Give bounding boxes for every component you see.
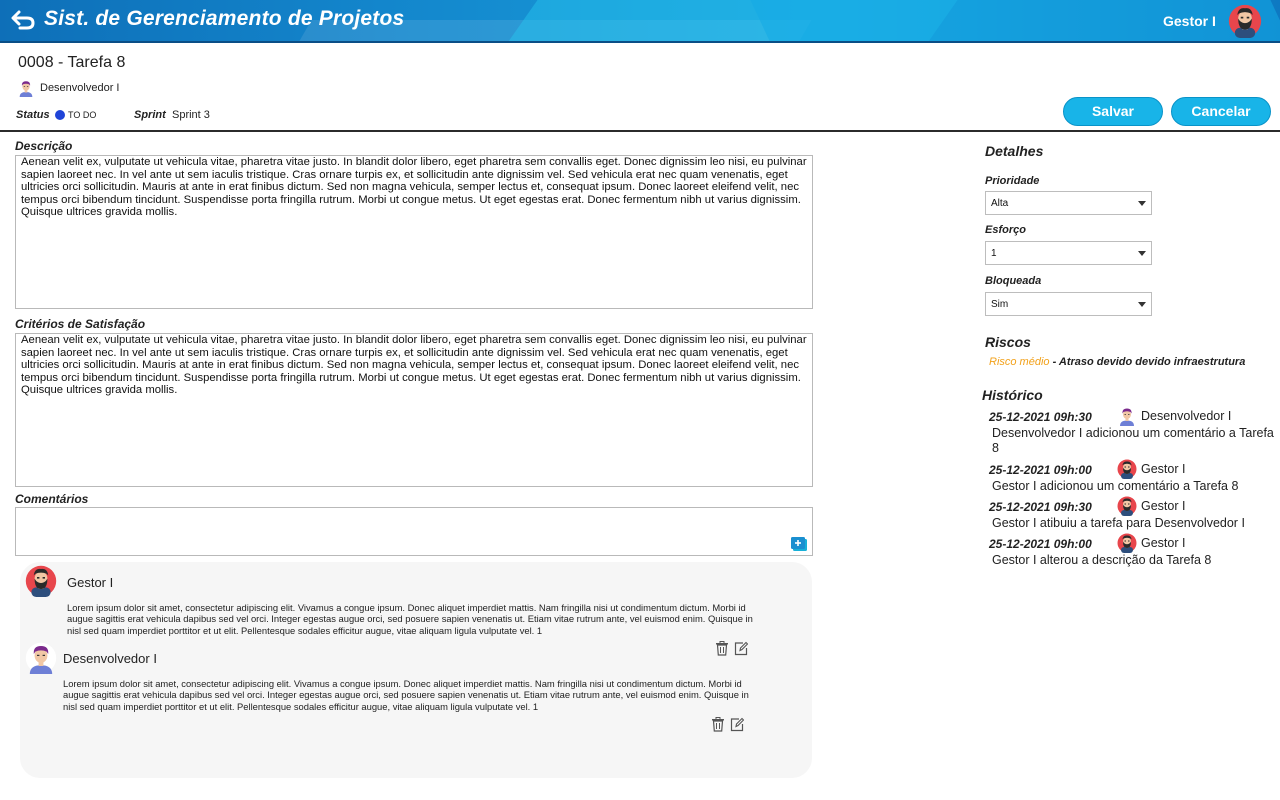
history-date: 25-12-2021 09h:00	[989, 463, 1092, 477]
history-date: 25-12-2021 09h:30	[989, 500, 1092, 514]
header-underline	[0, 41, 1280, 43]
effort-value: 1	[991, 248, 997, 259]
description-textarea[interactable]: Aenean velit ex, vulputate ut vehicula v…	[15, 155, 813, 309]
comment-text: Lorem ipsum dolor sit amet, consectetur …	[67, 602, 753, 636]
current-user-name[interactable]: Gestor I	[1163, 13, 1216, 29]
history-title: Histórico	[982, 387, 1043, 403]
history-user: Gestor I	[1141, 499, 1186, 513]
chevron-down-icon	[1138, 251, 1146, 256]
task-title: 0008 - Tarefa 8	[18, 54, 126, 71]
status-dot-icon	[55, 110, 65, 120]
blocked-value: Sim	[991, 299, 1009, 310]
delete-comment-icon[interactable]	[711, 717, 725, 732]
comments-label: Comentários	[15, 492, 89, 506]
details-title: Detalhes	[985, 143, 1044, 159]
comment-input[interactable]	[15, 507, 813, 556]
priority-label: Prioridade	[985, 175, 1040, 187]
history-user-avatar-icon	[1117, 406, 1137, 426]
description-label: Descrição	[15, 139, 73, 153]
effort-select[interactable]: 1	[985, 241, 1152, 265]
history-action: Gestor I atibuiu a tarefa para Desenvolv…	[992, 516, 1245, 530]
history-user-avatar-icon	[1117, 459, 1137, 479]
history-date: 25-12-2021 09h:30	[989, 410, 1092, 424]
history-user: Desenvolvedor I	[1141, 409, 1232, 423]
criteria-textarea[interactable]: Aenean velit ex, vulputate ut vehicula v…	[15, 333, 813, 487]
history-action: Desenvolvedor I adicionou um comentário …	[992, 426, 1274, 455]
history-user-avatar-icon	[1117, 496, 1137, 516]
history-date: 25-12-2021 09h:00	[989, 537, 1092, 551]
edit-comment-icon[interactable]	[730, 717, 744, 732]
criteria-label: Critérios de Satisfação	[15, 317, 146, 331]
status-value[interactable]: TO DO	[68, 110, 96, 120]
header-divider	[0, 130, 1280, 132]
priority-select[interactable]: Alta	[985, 191, 1152, 215]
history-action: Gestor I alterou a descrição da Tarefa 8	[992, 553, 1212, 567]
sprint-value[interactable]: Sprint 3	[172, 109, 210, 121]
comment-author-avatar-icon	[25, 565, 57, 597]
cancel-button[interactable]: Cancelar	[1171, 97, 1271, 126]
risk-level: Risco médio	[989, 356, 1050, 368]
risk-item: Risco médio - Atraso devido devido infra…	[989, 356, 1245, 368]
blocked-label: Bloqueada	[985, 275, 1042, 287]
add-comment-icon[interactable]	[790, 536, 808, 552]
risk-description: - Atraso devido devido infraestrutura	[1049, 356, 1246, 368]
save-button[interactable]: Salvar	[1063, 97, 1163, 126]
history-user-avatar-icon	[1117, 533, 1137, 553]
history-user: Gestor I	[1141, 536, 1186, 550]
delete-comment-icon[interactable]	[715, 641, 729, 656]
app-title: Sist. de Gerenciamento de Projetos	[44, 7, 405, 30]
comment-author: Gestor I	[67, 575, 114, 590]
comment-text: Lorem ipsum dolor sit amet, consectetur …	[63, 678, 749, 712]
edit-comment-icon[interactable]	[734, 641, 748, 656]
comments-list	[20, 562, 812, 778]
status-label: Status	[16, 109, 50, 121]
sprint-label: Sprint	[134, 109, 166, 121]
blocked-select[interactable]: Sim	[985, 292, 1152, 316]
comment-author: Desenvolvedor I	[63, 651, 157, 666]
chevron-down-icon	[1138, 302, 1146, 307]
comment-author-avatar-icon	[25, 642, 57, 674]
history-action: Gestor I adicionou um comentário a Taref…	[992, 479, 1239, 493]
priority-value: Alta	[991, 198, 1009, 209]
user-avatar-icon[interactable]	[1228, 4, 1262, 38]
back-arrow-icon[interactable]	[10, 9, 36, 31]
assignee-avatar-icon	[17, 78, 35, 98]
chevron-down-icon	[1138, 201, 1146, 206]
history-user: Gestor I	[1141, 462, 1186, 476]
effort-label: Esforço	[985, 224, 1026, 236]
assignee-name[interactable]: Desenvolvedor I	[40, 82, 120, 94]
risks-title: Riscos	[985, 334, 1031, 350]
